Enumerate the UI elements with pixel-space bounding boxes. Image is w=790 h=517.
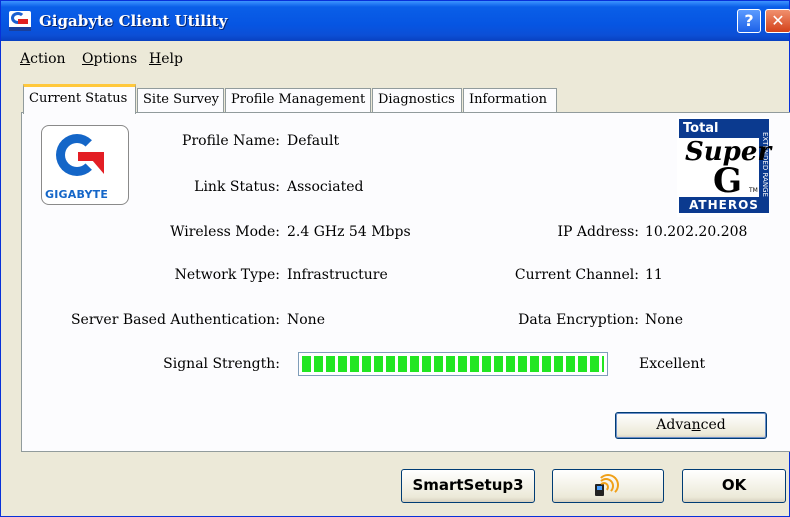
wireless-mode-label: Wireless Mode: bbox=[170, 224, 280, 240]
signal-strength-label: Signal Strength: bbox=[163, 356, 280, 372]
profile-name-value: Default bbox=[287, 133, 340, 149]
profile-name-label: Profile Name: bbox=[182, 133, 280, 149]
badge-tm-label: TM bbox=[749, 187, 758, 194]
menu-help[interactable]: Help bbox=[149, 51, 183, 67]
badge-total-label: Total 802.11 bbox=[679, 119, 759, 155]
menu-bar: Action Options Help bbox=[1, 45, 789, 71]
advanced-label-b: ced bbox=[700, 417, 726, 433]
title-bar[interactable]: Gigabyte Client Utility ? ✕ bbox=[1, 1, 790, 41]
badge-vendor-label: ATHEROS bbox=[679, 197, 769, 213]
current-channel-label: Current Channel: bbox=[514, 267, 639, 283]
ok-button[interactable]: OK bbox=[682, 469, 786, 503]
badge-g-label: G bbox=[713, 161, 743, 201]
menu-options-accel: O bbox=[82, 51, 94, 67]
menu-action-label: ction bbox=[30, 51, 66, 67]
app-window: Gigabyte Client Utility ? ✕ Action Optio… bbox=[0, 0, 790, 517]
ip-address-label: IP Address: bbox=[557, 224, 640, 240]
signal-strength-value: Excellent bbox=[639, 356, 706, 372]
menu-options[interactable]: Options bbox=[82, 51, 137, 67]
wireless-connect-button[interactable] bbox=[552, 469, 664, 503]
menu-options-label: ptions bbox=[93, 51, 138, 67]
wireless-mode-value: 2.4 GHz 54 Mbps bbox=[287, 224, 411, 240]
menu-help-accel: H bbox=[149, 51, 162, 67]
link-status-label: Link Status: bbox=[194, 179, 280, 195]
smartsetup3-button[interactable]: SmartSetup3 bbox=[401, 469, 535, 503]
wireless-signal-icon bbox=[595, 474, 619, 497]
network-type-value: Infrastructure bbox=[287, 267, 388, 283]
atheros-super-g-badge: Total 802.11 EXTENDED RANGE Super G TM A… bbox=[677, 117, 771, 217]
link-status-value: Associated bbox=[287, 179, 364, 195]
data-encryption-value: None bbox=[645, 312, 683, 328]
tab-profile-management[interactable]: Profile Management bbox=[225, 88, 371, 112]
server-auth-value: None bbox=[287, 312, 325, 328]
tab-current-status[interactable]: Current Status bbox=[23, 84, 136, 114]
network-type-label: Network Type: bbox=[174, 267, 280, 283]
signal-strength-meter bbox=[298, 352, 608, 376]
logo-brand-text: GIGABYTE bbox=[45, 188, 109, 201]
menu-action[interactable]: Action bbox=[20, 51, 66, 67]
gigabyte-logo: GIGABYTE bbox=[41, 125, 129, 205]
server-auth-label: Server Based Authentication: bbox=[70, 312, 280, 328]
signal-strength-fill bbox=[302, 356, 604, 372]
tab-site-survey[interactable]: Site Survey bbox=[137, 88, 224, 112]
menu-action-accel: A bbox=[20, 51, 31, 67]
data-encryption-label: Data Encryption: bbox=[518, 312, 639, 328]
close-button[interactable]: ✕ bbox=[765, 9, 790, 33]
help-button[interactable]: ? bbox=[737, 9, 761, 33]
tab-information[interactable]: Information bbox=[463, 88, 557, 112]
tab-diagnostics[interactable]: Diagnostics bbox=[372, 88, 462, 112]
gigabyte-app-icon bbox=[9, 11, 31, 31]
advanced-label-a: Adva bbox=[656, 417, 692, 433]
ip-address-value: 10.202.20.208 bbox=[645, 224, 748, 240]
current-channel-value: 11 bbox=[645, 267, 663, 283]
menu-help-label: elp bbox=[161, 51, 183, 67]
window-title: Gigabyte Client Utility bbox=[39, 12, 228, 30]
advanced-label-accel: n bbox=[691, 417, 701, 433]
advanced-button[interactable]: Advanced bbox=[615, 412, 767, 439]
